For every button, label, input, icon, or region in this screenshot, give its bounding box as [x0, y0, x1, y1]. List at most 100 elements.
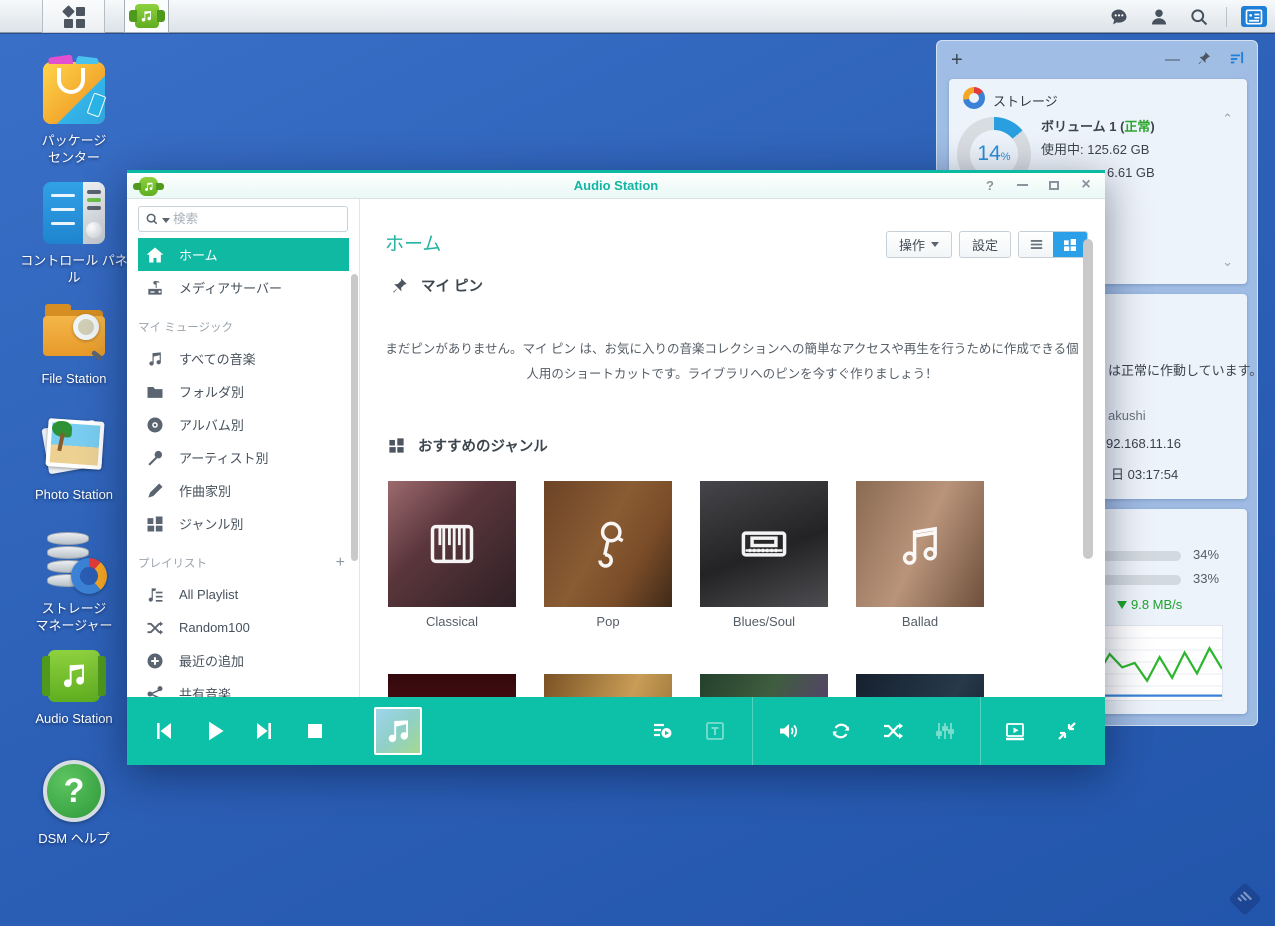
sidebar-item-random100[interactable]: Random100: [138, 611, 349, 644]
close-button[interactable]: ×: [1077, 176, 1095, 194]
window-titlebar[interactable]: Audio Station ? ×: [127, 170, 1105, 199]
desktop-icon-audio-station[interactable]: Audio Station: [19, 645, 129, 727]
view-toggle: [1018, 231, 1088, 258]
genre-label: Blues/Soul: [732, 614, 796, 629]
taskbar: [0, 0, 1275, 33]
file-station-icon: [43, 300, 105, 362]
tray-separator: [1226, 6, 1227, 27]
icon-label: DSM ヘルプ: [38, 831, 110, 846]
home-icon: [146, 247, 164, 262]
shuffle-button[interactable]: [872, 710, 914, 752]
icon-label: パッケージ: [41, 133, 107, 148]
sidebar-item-all-playlist[interactable]: All Playlist: [138, 578, 349, 611]
mini-player-button[interactable]: [994, 710, 1036, 752]
settings-button[interactable]: 設定: [958, 231, 1011, 258]
piano-icon: [430, 524, 474, 564]
desktop-icon-storage-manager[interactable]: ストレージ マネージャー: [19, 530, 129, 634]
sidebar-scrollbar[interactable]: [351, 274, 358, 561]
genre-tile-blues-soul[interactable]: [700, 481, 828, 607]
desktop-icon-control-panel[interactable]: コントロール パネル: [19, 182, 129, 286]
collapse-player-button[interactable]: [1046, 710, 1088, 752]
repeat-button[interactable]: [820, 710, 862, 752]
action-button[interactable]: 操作: [885, 231, 952, 258]
keyboard-icon: [741, 531, 787, 557]
equalizer-button[interactable]: [924, 710, 966, 752]
sidebar-item-by-artist[interactable]: アーティスト別: [138, 441, 349, 474]
pin-icon: [393, 278, 407, 293]
music-notes-icon: [902, 526, 937, 565]
my-pins-title: マイ ピン: [421, 279, 484, 295]
folder-icon: [147, 386, 163, 398]
sidebar-item-by-composer[interactable]: 作曲家別: [138, 474, 349, 507]
audio-station-icon: [128, 4, 165, 28]
icon-label: ストレージ: [41, 601, 107, 616]
grid-icon: [389, 438, 404, 453]
desktop-icon-package-center[interactable]: パッケージ センター: [19, 54, 129, 166]
genres-title: おすすめのジャンル: [418, 439, 548, 455]
desktop-icon-photo-station[interactable]: Photo Station: [19, 416, 129, 503]
playlist-icon: [148, 587, 163, 602]
minimize-panel-icon[interactable]: —: [1165, 51, 1180, 68]
genre-tile-ballad[interactable]: [856, 481, 984, 607]
chevron-up-icon[interactable]: ⌃: [1222, 111, 1233, 127]
pin-panel-icon[interactable]: [1196, 50, 1212, 70]
volume-total-fragment: 6.61 GB: [1107, 165, 1155, 180]
minimize-button[interactable]: [1013, 176, 1031, 194]
search-icon[interactable]: [1186, 4, 1212, 30]
sidebar-item-by-album[interactable]: アルバム別: [138, 408, 349, 441]
chevron-down-icon[interactable]: ⌄: [1222, 254, 1233, 270]
stop-button[interactable]: [294, 710, 336, 752]
caret-down-icon: [930, 242, 939, 247]
search-filter-caret-icon[interactable]: [162, 218, 170, 223]
desktop-icon-file-station[interactable]: File Station: [19, 300, 129, 387]
next-track-button[interactable]: [244, 710, 286, 752]
sidebar-item-all-music[interactable]: すべての音楽: [138, 342, 349, 375]
add-playlist-button[interactable]: +: [336, 554, 345, 572]
volume-button[interactable]: [768, 710, 810, 752]
icon-label: コントロール パネル: [20, 253, 128, 285]
server-name-text: akushi: [1108, 408, 1146, 423]
sidebar-item-home[interactable]: ホーム: [138, 238, 349, 271]
shuffle-icon: [147, 620, 163, 635]
widgets-toggle-button[interactable]: [1241, 4, 1267, 30]
help-button[interactable]: ?: [981, 176, 999, 194]
feedback-corner-icon[interactable]: [1228, 882, 1262, 916]
add-widget-button[interactable]: +: [951, 49, 963, 72]
search-input[interactable]: [173, 207, 353, 231]
genre-label: Classical: [425, 614, 478, 629]
storage-widget-title: ストレージ: [993, 94, 1058, 109]
album-art[interactable]: [374, 707, 422, 755]
grid-view-button[interactable]: [1053, 232, 1087, 257]
panel-layout-icon[interactable]: [1228, 49, 1245, 70]
microphone-icon: [148, 450, 163, 466]
play-button[interactable]: [194, 710, 236, 752]
widgets-icon: [1241, 6, 1267, 27]
sidebar-search[interactable]: [138, 206, 353, 232]
microphone-icon: [598, 521, 624, 568]
media-server-icon: [148, 280, 162, 295]
window-sidebar: ホーム メディアサーバー マイ ミュージック すべての音楽 フォルダ別 アルバム…: [127, 199, 360, 765]
previous-track-button[interactable]: [142, 710, 184, 752]
volume-used-line: 使用中: 125.62 GB: [1041, 142, 1150, 157]
list-view-button[interactable]: [1019, 232, 1053, 257]
play-queue-button[interactable]: [642, 710, 684, 752]
genre-tile-pop[interactable]: [544, 481, 672, 607]
download-arrow-icon: [1117, 600, 1127, 609]
maximize-button[interactable]: [1045, 176, 1063, 194]
user-icon[interactable]: [1146, 4, 1172, 30]
sidebar-item-media-server[interactable]: メディアサーバー: [138, 271, 349, 304]
taskbar-audio-station-tab[interactable]: [124, 0, 169, 33]
notifications-icon[interactable]: [1106, 4, 1132, 30]
genre-tile-classical[interactable]: [388, 481, 516, 607]
sidebar-item-recently-added[interactable]: 最近の追加: [138, 644, 349, 677]
content-scrollbar[interactable]: [1083, 239, 1093, 559]
volume-icon: [780, 724, 798, 738]
repeat-icon: [832, 723, 850, 739]
audio-station-window: Audio Station ? × ホーム メディアサーバー: [127, 170, 1105, 765]
desktop-icon-dsm-help[interactable]: ? DSM ヘルプ: [19, 760, 129, 847]
lyrics-button[interactable]: [694, 710, 736, 752]
sidebar-item-by-folder[interactable]: フォルダ別: [138, 375, 349, 408]
sidebar-item-by-genre[interactable]: ジャンル別: [138, 507, 349, 540]
collapse-icon: [1058, 722, 1076, 740]
main-menu-button[interactable]: [42, 0, 105, 33]
